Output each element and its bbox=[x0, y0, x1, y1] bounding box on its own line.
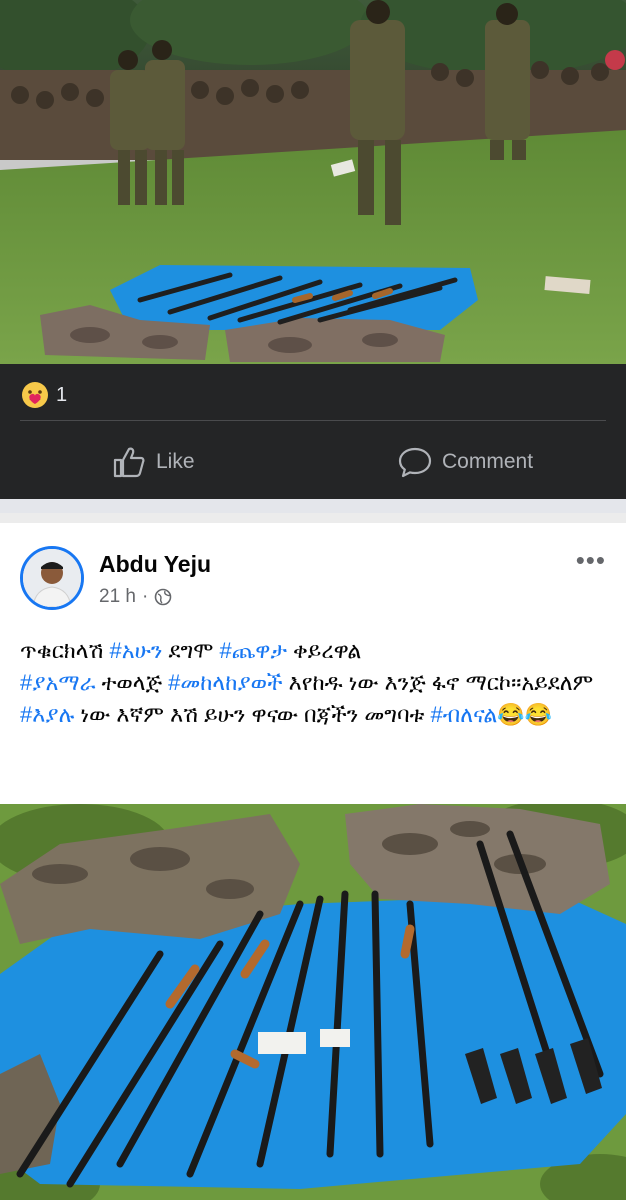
photo-rifles-image bbox=[0, 804, 626, 1200]
divider bbox=[20, 420, 606, 421]
text-plain: ነው እኛም እሽ ይሁን ዋናው በጃችን መግባቱ bbox=[74, 702, 431, 727]
text-plain: ቀይረዋል bbox=[286, 638, 362, 663]
hashtag-link[interactable]: #ጨዋታ bbox=[219, 638, 286, 663]
avatar[interactable] bbox=[20, 546, 84, 610]
hashtag-link[interactable]: #ያአማራ bbox=[20, 670, 95, 695]
previous-post-footer: 1 Like Comment bbox=[0, 364, 626, 499]
globe-icon bbox=[155, 588, 172, 606]
reaction-count: 1 bbox=[56, 383, 68, 406]
thumbs-up-icon bbox=[113, 447, 145, 478]
post-photo-rifles[interactable] bbox=[0, 804, 626, 1200]
comment-bubble-icon bbox=[398, 447, 432, 478]
meta-dot: · bbox=[141, 586, 149, 607]
comment-button[interactable]: Comment bbox=[398, 444, 533, 480]
post-top-border bbox=[0, 513, 626, 523]
more-options-button[interactable]: ••• bbox=[576, 547, 606, 573]
post-meta: 21 h · bbox=[99, 586, 172, 608]
hashtag-link[interactable]: #እያሉ bbox=[20, 702, 74, 727]
like-button[interactable]: Like bbox=[112, 444, 195, 480]
text-plain: ጥቁርክላሽ bbox=[20, 638, 110, 663]
author-name[interactable]: Abdu Yeju bbox=[99, 551, 211, 578]
post-text: ጥቁርክላሽ #አሁን ደግሞ #ጨዋታ ቀይረዋል #ያአማራ ተወላጅ #መከ… bbox=[20, 635, 610, 731]
reaction-summary[interactable]: 1 bbox=[20, 380, 67, 410]
text-plain: እየከዱ ነው እንጅ ፋኖ ማርኮ።አይደለም bbox=[282, 670, 594, 695]
care-emoji-icon bbox=[22, 382, 48, 408]
text-plain: ደግሞ bbox=[162, 638, 220, 663]
laughing-emoji: 😂😂 bbox=[497, 702, 553, 727]
hashtag-link[interactable]: #ብለናል bbox=[431, 702, 498, 727]
like-label: Like bbox=[156, 450, 195, 473]
post-photo-soldiers[interactable] bbox=[0, 0, 626, 364]
feed-separator bbox=[0, 499, 626, 513]
photo-soldiers-image bbox=[0, 0, 626, 364]
comment-label: Comment bbox=[442, 450, 534, 473]
hashtag-link[interactable]: #መከላከያወች bbox=[168, 670, 282, 695]
text-plain: ተወላጅ bbox=[95, 670, 169, 695]
post-card: Abdu Yeju 21 h · ••• ጥቁርክላሽ #አሁን ደግሞ #ጨዋ… bbox=[0, 513, 626, 804]
hashtag-link[interactable]: #አሁን bbox=[109, 638, 162, 663]
post-time[interactable]: 21 h bbox=[99, 586, 136, 608]
avatar-image bbox=[23, 549, 81, 607]
